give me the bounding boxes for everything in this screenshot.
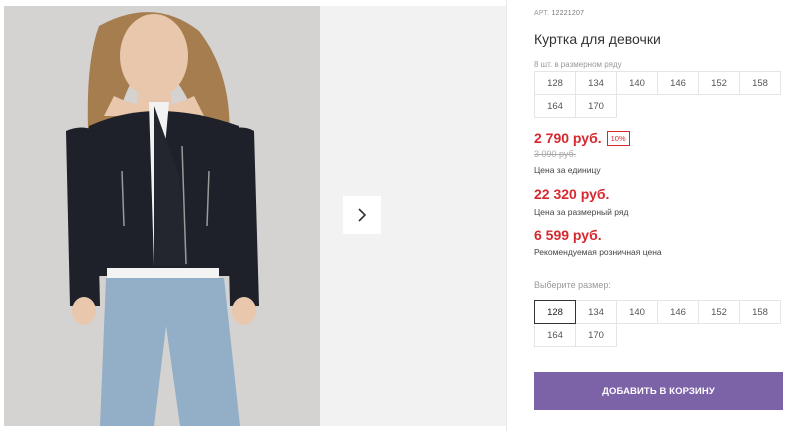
pack-size-grid: 128 134 140 146 152 158 164 170 xyxy=(534,71,796,118)
size-option-152[interactable]: 152 xyxy=(698,300,740,324)
product-gallery xyxy=(0,0,506,431)
article-number: АРТ. 12221207 xyxy=(534,10,584,17)
size-option-164[interactable]: 164 xyxy=(534,323,576,347)
size-option-140[interactable]: 140 xyxy=(616,300,658,324)
article-label: АРТ. xyxy=(534,10,550,17)
pack-size-cell: 164 xyxy=(534,94,576,118)
discount-badge: 10% xyxy=(606,130,630,146)
price-row: 2 790 руб. 10% xyxy=(534,130,630,146)
product-info: АРТ. 12221207 Куртка для девочки 8 шт. в… xyxy=(534,0,796,431)
next-photo-button[interactable] xyxy=(343,196,381,234)
product-title: Куртка для девочки xyxy=(534,31,661,47)
row-price: 22 320 руб. xyxy=(534,186,610,202)
choose-size-label: Выберите размер: xyxy=(534,280,611,290)
product-photo[interactable] xyxy=(4,6,320,426)
pack-size-cell: 134 xyxy=(575,71,617,95)
retail-price: 6 599 руб. xyxy=(534,227,602,243)
retail-price-label: Рекомендуемая розничная цена xyxy=(534,247,662,257)
size-option-128[interactable]: 128 xyxy=(534,300,576,324)
size-option-134[interactable]: 134 xyxy=(575,300,617,324)
chevron-right-icon xyxy=(358,208,367,222)
article-value: 12221207 xyxy=(551,10,585,17)
pack-size-cell: 170 xyxy=(575,94,617,118)
pack-size-cell: 128 xyxy=(534,71,576,95)
pack-size-cell: 152 xyxy=(698,71,740,95)
size-selector: 128 134 140 146 152 158 164 170 xyxy=(534,300,796,347)
pack-size-cell: 158 xyxy=(739,71,781,95)
girl-jacket-image xyxy=(4,6,320,426)
size-option-158[interactable]: 158 xyxy=(739,300,781,324)
size-option-146[interactable]: 146 xyxy=(657,300,699,324)
unit-price-label: Цена за единицу xyxy=(534,165,601,175)
add-to-cart-button[interactable]: ДОБАВИТЬ В КОРЗИНУ xyxy=(534,372,783,410)
pack-size-cell: 146 xyxy=(657,71,699,95)
divider xyxy=(506,0,507,431)
row-price-label: Цена за размерный ряд xyxy=(534,207,629,217)
unit-price: 2 790 руб. xyxy=(534,130,602,146)
pack-note: 8 шт. в размерном ряду xyxy=(534,60,622,69)
size-option-170[interactable]: 170 xyxy=(575,323,617,347)
pack-size-cell: 140 xyxy=(616,71,658,95)
old-price: 3 090 руб. xyxy=(534,149,577,159)
